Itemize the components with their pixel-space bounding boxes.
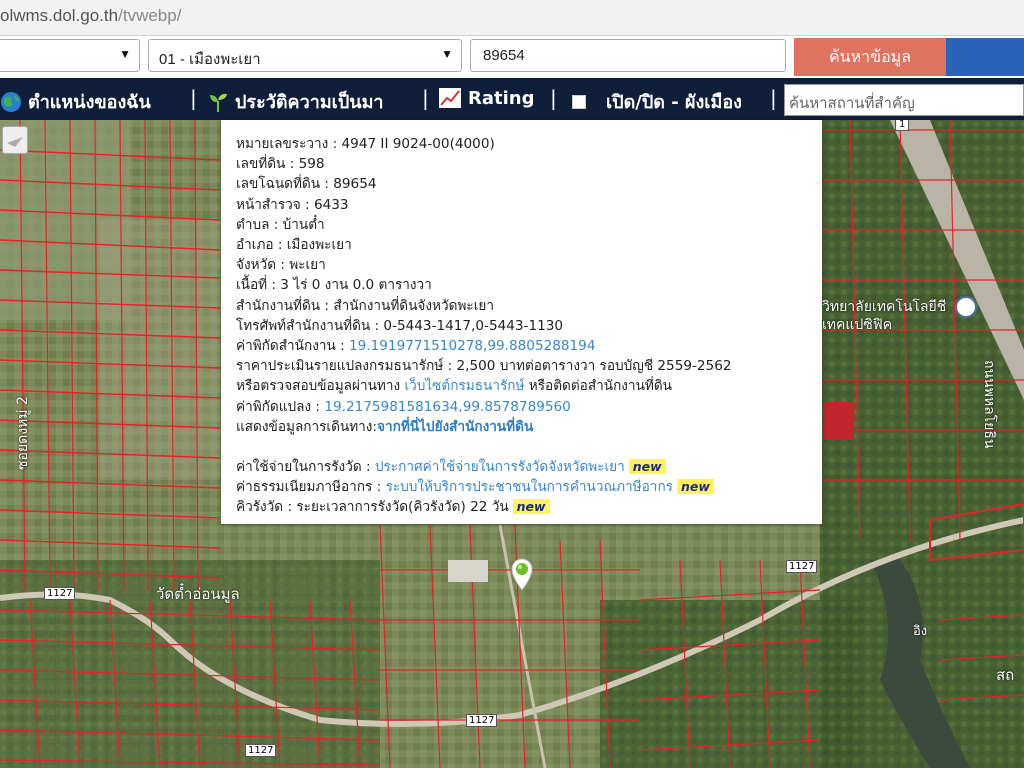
toolbar-divider: | xyxy=(190,86,197,110)
road-label-1127: 1127 xyxy=(786,560,818,573)
land-no-text: เลขที่ดิน : 598 xyxy=(236,156,325,173)
directions-row: แสดงข้อมูลการเดินทาง:จากที่นี่ไปยังสำนัก… xyxy=(236,418,534,435)
appraisal-text: ราคาประเมินรายแปลงกรมธนารักษ์ : 2,500 บา… xyxy=(236,358,732,375)
map-sheet-text: หมายเลขระวาง : 4947 II 9024-00(4000) xyxy=(236,136,495,152)
road-label-1127: 1127 xyxy=(44,587,76,600)
area-text: เนื้อที่ : 3 ไร่ 0 งาน 0.0 ตารางวา xyxy=(236,277,432,294)
new-badge: new xyxy=(676,479,714,495)
office-coord-row: ค่าพิกัดสำนักงาน : 19.1919771510278,99.8… xyxy=(236,338,596,355)
edge-label: สถ xyxy=(996,666,1015,684)
school-marker-icon[interactable] xyxy=(955,296,977,318)
check-row: หรือตรวจสอบข้อมูลผ่านทาง เว็บไซต์กรมธนาร… xyxy=(236,378,672,395)
history-label: ประวัติความเป็นมา xyxy=(235,92,384,113)
highway-label: ถนนพหลโยธิน xyxy=(981,360,997,449)
river-label: อิง xyxy=(913,624,928,639)
office-coord-link[interactable]: 19.1919771510278,99.8805288194 xyxy=(349,338,595,354)
parcel-info-popup: หมายเลขระวาง : 4947 II 9024-00(4000) เลข… xyxy=(221,120,822,524)
history-button[interactable]: ประวัติความเป็นมา xyxy=(207,87,384,116)
place-search-input[interactable]: ค้นหาสถานที่สำคัญ xyxy=(784,84,1024,116)
zoning-toggle[interactable]: เปิด/ปิด - ผังเมือง xyxy=(572,87,742,116)
road-vertical-label: ซอยดงหมู่ 2 xyxy=(15,396,31,470)
survey-page-text: หน้าสำรวจ : 6433 xyxy=(236,196,349,213)
globe-icon xyxy=(1,91,21,112)
province-select[interactable]: ▼ xyxy=(0,39,140,72)
my-location-label: ตำแหน่งของฉัน xyxy=(28,92,151,113)
province-text: จังหวัด : พะเยา xyxy=(236,257,326,274)
toolbar-divider: | xyxy=(422,86,429,110)
toolbar-divider: | xyxy=(770,86,777,110)
search-row: ▼ 01 - เมืองพะเยา ▼ 89654 ค้นหาข้อมูล xyxy=(0,36,1024,78)
district-select[interactable]: 01 - เมืองพะเยา ▼ xyxy=(148,39,462,72)
directions-link[interactable]: จากที่นี่ไปยังสำนักงานที่ดิน xyxy=(377,419,533,435)
sprout-icon xyxy=(210,93,227,112)
parcel-number-input[interactable]: 89654 xyxy=(470,39,786,72)
school-label: วิทยาลัยเทคโนโลยีชีเทคแปซิฟิค xyxy=(822,299,947,333)
layers-icon xyxy=(7,137,23,147)
treasury-website-link[interactable]: เว็บไซต์กรมธนารักษ์ xyxy=(404,378,524,394)
parcel-coord-row: ค่าพิกัดแปลง : 19.2175981581634,99.85787… xyxy=(236,398,571,415)
land-office-text: สำนักงานที่ดิน : สำนักงานที่ดินจังหวัดพะ… xyxy=(236,297,494,314)
road-label-1127: 1127 xyxy=(245,744,277,757)
new-badge: new xyxy=(628,459,666,475)
road-label-1: 1 xyxy=(895,120,910,131)
fee-link[interactable]: ประกาศค่าใช้จ่ายในการรังวัดจังหวัดพะเยา xyxy=(375,459,625,475)
subdistrict-text: ตำบล : บ้านต๋ำ xyxy=(236,216,325,233)
road-label-1127: 1127 xyxy=(466,714,498,727)
toolbar-divider: | xyxy=(550,86,557,110)
chevron-down-icon: ▼ xyxy=(119,47,131,61)
office-phone-text: โทรศัพท์สำนักงานที่ดิน : 0-5443-1417,0-5… xyxy=(236,317,564,334)
temple-label: วัดต๋ำอ่อนมูล xyxy=(156,585,240,603)
deed-no-text: เลขโฉนดที่ดิน : 89654 xyxy=(236,176,377,193)
rating-button[interactable]: Rating xyxy=(438,87,534,109)
new-badge: new xyxy=(512,499,550,515)
map-pin-icon[interactable] xyxy=(508,557,536,591)
search-button[interactable]: ค้นหาข้อมูล xyxy=(794,38,946,76)
url-text[interactable]: olwms.dol.go.th/tvwebp/ xyxy=(0,6,181,26)
zoning-toggle-label: เปิด/ปิด - ผังเมือง xyxy=(606,92,742,113)
line-chart-icon xyxy=(439,88,461,108)
tax-link[interactable]: ระบบให้บริการประชาชนในการคำนวณภาษีอากร xyxy=(386,479,673,495)
rating-label: Rating xyxy=(468,87,535,109)
checkbox-icon[interactable] xyxy=(572,94,586,109)
tax-row: ค่าธรรมเนียมภาษีอากร : ระบบให้บริการประช… xyxy=(236,477,822,497)
header-accent-block xyxy=(946,38,1024,76)
queue-row: คิวรังวัด : ระยะเวลาการรังวัด(คิวรังวัด)… xyxy=(236,497,822,517)
fee-row: ค่าใช้จ่ายในการรังวัด : ประกาศค่าใช้จ่าย… xyxy=(236,457,822,477)
my-location-button[interactable]: ตำแหน่งของฉัน xyxy=(0,87,151,116)
district-text: อำเภอ : เมืองพะเยา xyxy=(236,237,352,254)
chevron-down-icon: ▼ xyxy=(441,47,453,61)
browser-url-bar[interactable]: olwms.dol.go.th/tvwebp/ xyxy=(0,0,1024,36)
layer-toggle-button[interactable] xyxy=(2,126,28,154)
parcel-coord-link[interactable]: 19.2175981581634,99.8578789560 xyxy=(324,399,570,415)
